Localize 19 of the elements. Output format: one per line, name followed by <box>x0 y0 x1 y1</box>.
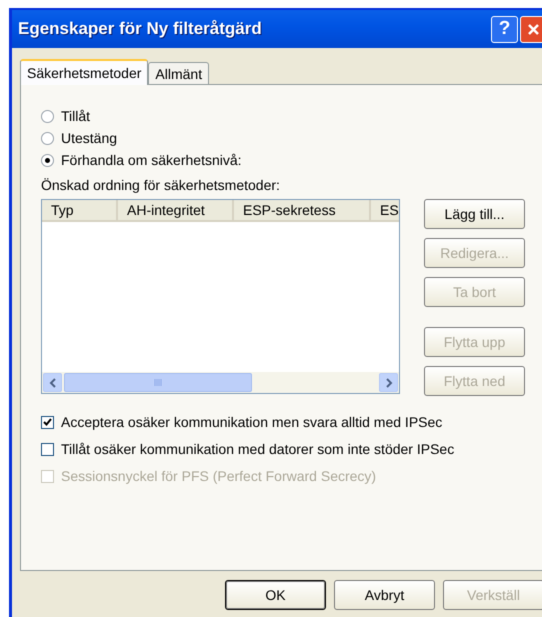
radio-label: Utestäng <box>61 130 118 146</box>
radio-label: Tillåt <box>61 108 90 124</box>
help-button[interactable]: ? <box>491 16 518 42</box>
column-header[interactable]: ESP-sekretess <box>234 200 371 222</box>
list-view[interactable]: Typ AH-integritet ESP-sekretess ES <box>41 199 400 394</box>
tab[interactable]: Säkerhetsmetoder <box>20 59 148 85</box>
window-title: Egenskaper för Ny filteråtgärd <box>18 19 263 39</box>
column-header[interactable]: AH-integritet <box>118 200 234 222</box>
radio-label: Förhandla om säkerhetsnivå: <box>61 152 242 168</box>
side-button[interactable]: Lägg till... <box>424 199 525 229</box>
checkbox-label: Acceptera osäker kommunikation men svara alltid med IPSec <box>61 414 442 430</box>
list-label: Önskad ordning för säkerhetsmetoder: <box>41 177 281 193</box>
column-header[interactable]: ES <box>371 200 399 222</box>
dialog-button[interactable]: Avbryt <box>334 580 435 610</box>
dialog-button[interactable]: OK <box>225 580 326 610</box>
tab[interactable]: Allmänt <box>148 62 210 84</box>
column-header[interactable]: Typ <box>42 200 118 222</box>
checkbox-label: Tillåt osäker kommunikation med datorer som inte stöder IPSec <box>61 441 454 457</box>
checkbox-label: Sessionsnyckel för PFS (Perfect Forward Secrecy) <box>61 468 376 484</box>
